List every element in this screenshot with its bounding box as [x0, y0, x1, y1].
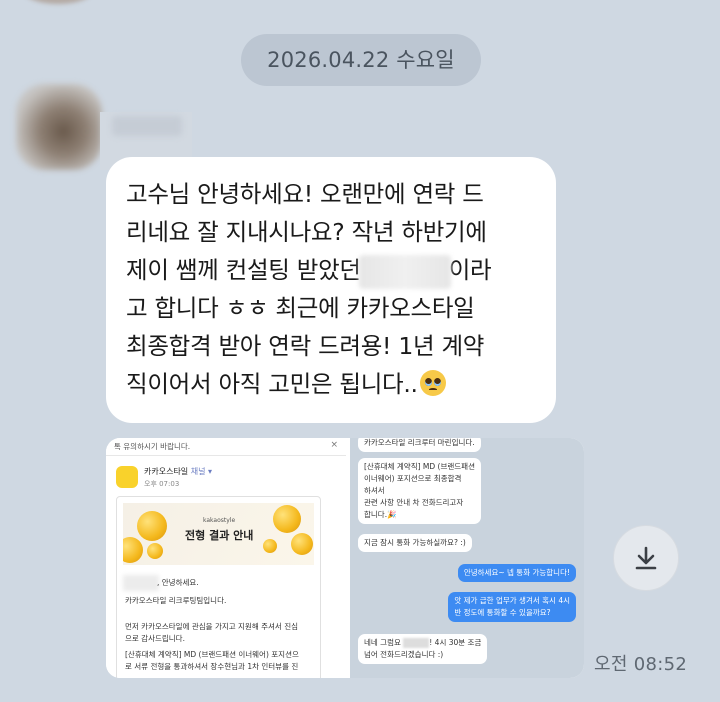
screenshot-sms-conversation[interactable]: 카카오스타일 리크루터 마린입니다. [산휴대체 계약직] MD (브랜드패션 … — [350, 438, 584, 678]
sender-avatar[interactable] — [16, 84, 102, 170]
message-bubble[interactable]: 고수님 안녕하세요! 오랜만에 연락 드 리네요 잘 지내시나요? 작년 하반기… — [106, 157, 556, 423]
result-banner: kakaostyle 전형 결과 안내 — [123, 503, 314, 565]
sms-received: 네네 그럼요 ! 4시 30분 조금 넘어 전화드리겠습니다 :) — [358, 634, 488, 664]
redacted-name — [123, 575, 159, 591]
download-button[interactable] — [613, 525, 679, 591]
sms-received: 지금 잠시 통화 가능하실까요? :) — [358, 534, 472, 552]
greeting-text: , 안녕하세요. — [157, 578, 199, 587]
message-text: 이라 — [448, 256, 492, 284]
previous-avatar — [22, 0, 94, 4]
channel-name-text: 카카오스타일 — [144, 467, 189, 476]
message-line: 고수님 안녕하세요! 오랜만에 연락 드 — [126, 180, 484, 208]
notice-card: kakaostyle 전형 결과 안내 , 안녕하세요. 카카오스타일 리크루팅… — [116, 496, 321, 678]
sms-sent: 앗 제가 급한 업무가 생겨서 혹시 4시 반 정도에 통화할 수 있을까요? — [448, 592, 576, 622]
channel-badge: 채널 ▾ — [190, 467, 212, 476]
image-attachment[interactable]: 톡 유의하시기 바랍니다. × 카카오스타일 채널 ▾ 오후 07:03 kak… — [106, 438, 584, 678]
body-text: 으로 감사드립니다. — [125, 634, 185, 643]
message-time: 오후 07:03 — [144, 480, 180, 488]
body-text: 로 서류 전형을 통과하셔서 장수현님과 1차 인터뷰를 진 — [125, 662, 299, 671]
message-line: 고 합니다 ㅎㅎ 최근에 카카오스타일 — [126, 294, 475, 322]
message-line: 직이어서 아직 고민은 됩니다.. — [126, 365, 538, 403]
notice-text: 톡 유의하시기 바랍니다. — [114, 442, 191, 451]
channel-name: 카카오스타일 채널 ▾ — [144, 466, 212, 477]
notice-bar: 톡 유의하시기 바랍니다. × — [106, 438, 346, 456]
close-icon: × — [330, 440, 338, 450]
message-text: 제이 쌤께 컨설팅 받았던 — [126, 256, 361, 284]
message-timestamp: 오전 08:52 — [594, 654, 688, 675]
channel-logo — [116, 466, 138, 488]
sender-name-blur — [112, 116, 182, 136]
banner-title: 전형 결과 안내 — [185, 529, 254, 542]
sender-text: 카카오스타일 리크루팅팀입니다. — [125, 596, 227, 605]
body-text: [산휴대체 계약직] MD (브랜드패션 이너웨어) 포지션으 — [125, 650, 299, 659]
screenshot-kakaostyle-notice[interactable]: 톡 유의하시기 바랍니다. × 카카오스타일 채널 ▾ 오후 07:03 kak… — [106, 438, 346, 678]
pleading-face-emoji — [419, 370, 446, 396]
date-divider: 2026.04.22 수요일 — [241, 34, 481, 86]
download-icon — [635, 546, 657, 570]
message-text: 직이어서 아직 고민은 됩니다.. — [126, 370, 418, 398]
message-line: 리네요 잘 지내시나요? 작년 하반기에 — [126, 218, 487, 246]
sms-received: 카카오스타일 리크루터 마린입니다. — [358, 438, 481, 452]
banner-brand: kakaostyle — [203, 517, 236, 524]
sms-sent: 안녕하세요~ 넵 통화 가능합니다! — [457, 564, 576, 582]
body-text: 먼저 카카오스타일에 관심을 가지고 지원해 주셔서 진심 — [125, 622, 299, 631]
redacted-name — [358, 254, 451, 289]
message-line: 제이 쌤께 컨설팅 받았던 이라 — [126, 251, 538, 289]
message-line: 최종합격 받아 연락 드려용! 1년 계약 — [126, 332, 485, 360]
sms-received: [산휴대체 계약직] MD (브랜드패션 이너웨어) 포지션으로 최종합격 하셔… — [358, 458, 481, 524]
